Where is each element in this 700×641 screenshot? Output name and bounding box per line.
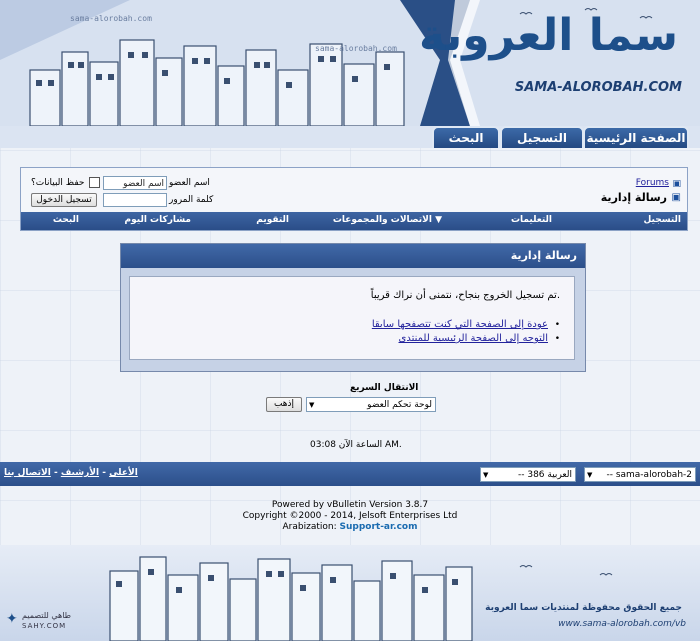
quick-nav-title: الانتقال السريع [350,383,419,393]
footer-link-archive[interactable]: الأرشيف [61,468,99,478]
designer-logo-icon: ✦ [6,611,18,627]
login-button[interactable]: تسجيل الدخول [31,193,97,207]
site-header: sama-alorobah.com sama-alorobah.com سما … [0,0,700,148]
navlink-calendar[interactable]: التقويم [256,215,289,225]
navbar-links-bar: التسجيل التعليمات الاتصالات والمجموعات ▼… [21,212,687,230]
forum-url: www.sama-alorobah.com/vb [558,619,686,629]
nav-search-button[interactable]: البحث [432,126,500,148]
current-time: الساعة الآن 03:08 AM. [310,440,402,450]
username-value: اسم العضو [123,179,164,189]
bullet-icon: • [554,334,560,344]
nav-register-button[interactable]: التسجيل [500,126,584,148]
footer-bar: ▼ -- sama-alorobah-2 ▼ -- العربية 386 ال… [0,462,700,486]
language-select[interactable]: ▼ -- العربية 386 [480,467,576,482]
watermark-center: sama-alorobah.com [315,44,397,53]
chevron-down-icon: ▼ [309,401,315,409]
arabization-label: Arabization: [282,522,337,532]
site-logo[interactable]: سما العروبة [419,10,679,61]
navlink-faq[interactable]: التعليمات [511,215,552,225]
quick-nav-selected: لوحة تحكم العضو [367,400,432,410]
go-button[interactable]: إذهب [266,397,302,412]
username-input[interactable]: اسم العضو [103,176,167,190]
password-input[interactable] [103,193,167,207]
watermark-left: sama-alorobah.com [70,14,152,23]
navlink-contacts[interactable]: الاتصالات والمجموعات ▼ [333,215,442,225]
quick-nav-select[interactable]: ▼ لوحة تحكم العضو [306,397,436,412]
support-ar-link[interactable]: Support-ar.com [340,522,418,532]
username-label: اسم العضو [169,178,210,188]
rights-text: جميع الحقوق محفوظة لمنتديات سما العروبة [485,603,682,613]
message-body: تم تسجيل الخروج بنجاح، نتمنى أن نراك قري… [129,276,575,360]
footer-art: جميع الحقوق محفوظة لمنتديات سما العروبة … [0,545,700,641]
credits-line-1: Powered by vBulletin Version 3.8.7 [271,500,429,510]
footer-separator: - [102,468,106,478]
language-select-value: -- العربية 386 [517,470,572,480]
credits-line-2: Copyright ©2000 - 2014, Jelsoft Enterpri… [242,511,458,521]
navbar-box: ▣ Forums ▣ رسالة إدارية اسم العضو اسم ال… [20,167,688,231]
footer-link-top[interactable]: الأعلى [109,468,138,478]
message-panel: رسالة إدارية تم تسجيل الخروج بنجاح، نتمن… [120,243,586,372]
page-title: رسالة إدارية [600,191,667,204]
designer-label: طاهي للتصميم [22,611,72,620]
home-link[interactable]: التوجه إلى الصفحة الرئيسية للمنتدى [399,333,549,344]
remember-checkbox[interactable] [89,177,100,188]
credits-line-3: Arabization: Support-ar.com [0,522,700,533]
style-select[interactable]: ▼ -- sama-alorobah-2 [584,467,696,482]
breadcrumb-forums-icon: ▣ [672,179,681,189]
breadcrumb-forums-link[interactable]: Forums [636,178,669,188]
footer-links: الأعلى - الأرشيف - الاتصال بنا [4,468,138,478]
nav-home-button[interactable]: الصفحة الرئيسية [583,126,689,148]
footer-separator: - [53,468,58,478]
designer-site: SAHY.COM [22,622,67,630]
back-link[interactable]: عودة إلى الصفحة التي كنت تتصفحها سابقا [372,319,548,330]
navlink-search[interactable]: البحث [53,215,79,225]
credits: Powered by vBulletin Version 3.8.7 Copyr… [0,500,700,533]
breadcrumb-page-icon: ▣ [671,192,681,203]
navlink-contacts-label: الاتصالات والمجموعات [332,215,432,225]
site-logo-latin: SAMA-ALOROBAH.COM [514,80,682,95]
password-label: كلمة المرور [169,195,214,205]
chevron-down-icon: ▼ [483,471,489,479]
dropdown-arrow-icon: ▼ [435,215,442,225]
message-text: تم تسجيل الخروج بنجاح، نتمنى أن نراك قري… [370,290,560,301]
chevron-down-icon: ▼ [587,471,593,479]
message-title: رسالة إدارية [121,244,585,268]
style-select-value: -- sama-alorobah-2 [606,470,692,480]
navlink-today-posts[interactable]: مشاركات اليوم [125,215,191,225]
remember-label: حفظ البيانات؟ [31,178,85,188]
bullet-icon: • [554,320,560,330]
navlink-register[interactable]: التسجيل [644,215,682,225]
footer-link-contact[interactable]: الاتصال بنا [4,468,51,478]
